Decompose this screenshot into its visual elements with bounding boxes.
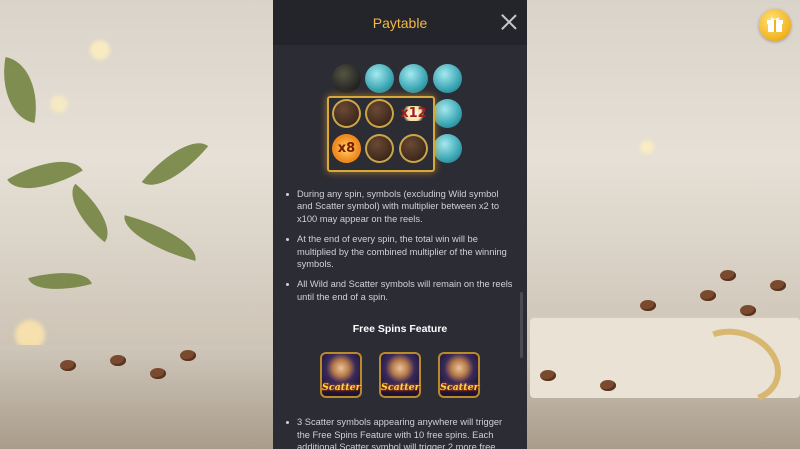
- symbol-chocolate: [332, 64, 361, 93]
- scatter-label: Scatter: [381, 382, 420, 394]
- list-item: 3 Scatter symbols appearing anywhere wil…: [286, 416, 513, 449]
- coffee-bean: [110, 355, 126, 366]
- symbol-blue-candy: [433, 99, 462, 128]
- winning-frame: [327, 96, 435, 172]
- paytable-panel: Paytable x12 x8 During any spin, symbols…: [273, 0, 527, 449]
- leaf: [28, 262, 92, 300]
- scatter-symbol: Scatter: [379, 352, 421, 399]
- coffee-bean: [770, 280, 786, 291]
- coffee-bean: [640, 300, 656, 311]
- scatter-symbols: Scatter Scatter Scatter: [273, 352, 527, 399]
- symbol-blue-candy: [433, 64, 462, 93]
- coffee-bean: [700, 290, 716, 301]
- scatter-label: Scatter: [440, 382, 479, 394]
- free-spins-rules-list: 3 Scatter symbols appearing anywhere wil…: [273, 416, 527, 449]
- list-item: At the end of every spin, the total win …: [286, 233, 513, 270]
- leaf: [58, 183, 122, 243]
- panel-header: Paytable: [273, 0, 527, 45]
- symbol-blue-candy: [365, 64, 394, 93]
- leaf: [0, 56, 45, 124]
- coffee-bean: [180, 350, 196, 361]
- gift-button[interactable]: [759, 9, 791, 41]
- list-item: All Wild and Scatter symbols will remain…: [286, 279, 513, 302]
- bokeh-light: [50, 95, 68, 113]
- multiplier-rules-list: During any spin, symbols (excluding Wild…: [273, 188, 527, 303]
- gift-icon: [767, 17, 783, 32]
- coffee-bean: [740, 305, 756, 316]
- scatter-label: Scatter: [322, 382, 361, 394]
- bokeh-light: [640, 140, 654, 154]
- bokeh-light: [90, 40, 110, 60]
- scatter-symbol: Scatter: [320, 352, 362, 399]
- panel-title: Paytable: [372, 14, 428, 31]
- symbol-blue-candy: [433, 134, 462, 163]
- multiplier-illustration: x12 x8: [317, 62, 479, 172]
- symbol-blue-candy: [399, 64, 428, 93]
- leaf: [117, 215, 203, 261]
- coffee-bean: [540, 370, 556, 381]
- paytable-content: During any spin, symbols (excluding Wild…: [273, 188, 527, 449]
- coffee-bean: [600, 380, 616, 391]
- section-title: Free Spins Feature: [352, 323, 448, 336]
- list-item: During any spin, symbols (excluding Wild…: [286, 188, 513, 225]
- coffee-bean: [720, 270, 736, 281]
- leaf: [141, 128, 209, 200]
- scatter-symbol: Scatter: [438, 352, 480, 399]
- scrollbar[interactable]: [520, 292, 523, 358]
- coffee-bean: [150, 368, 166, 379]
- coffee-bean: [60, 360, 76, 371]
- close-icon[interactable]: [500, 13, 518, 31]
